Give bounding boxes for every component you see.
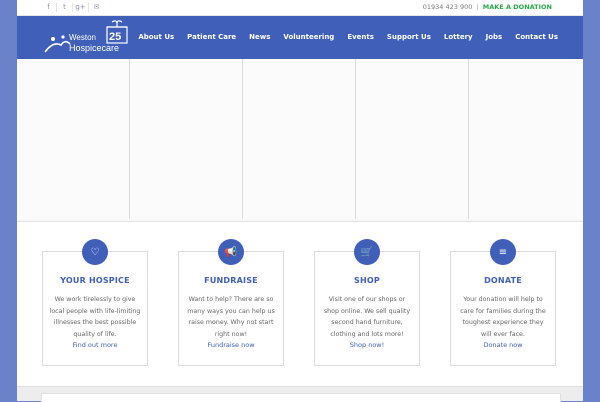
feature-title: DONATE <box>484 276 522 285</box>
nav-item-patient-care[interactable]: Patient Care <box>187 32 236 42</box>
feature-title: SHOP <box>354 276 380 285</box>
megaphone-icon: 📢 <box>218 239 244 265</box>
slider-pane[interactable] <box>243 59 356 219</box>
nav-item-contact-us[interactable]: Contact Us <box>515 32 558 42</box>
logo-badge: 25 <box>109 31 121 43</box>
nav-item-about-us[interactable]: About Us <box>138 32 174 42</box>
coins-icon: ≡ <box>490 239 516 265</box>
find-out-more-link[interactable]: Find out more <box>43 341 147 349</box>
feature-description: We work tirelessly to give local people … <box>49 296 141 338</box>
feature-description: Your donation will help to care for fami… <box>460 296 546 338</box>
feature-card-donate: ≡ DONATE Your donation will help to care… <box>450 239 556 366</box>
top-contact: 01934 423 900 | MAKE A DONATION <box>423 3 552 12</box>
slider-pane[interactable] <box>469 59 583 219</box>
site-header: 25 Weston Hospicecare About Us Patient C… <box>17 16 583 59</box>
feature-description: Want to help? There are so many ways you… <box>187 296 275 338</box>
feature-card-your-hospice: ♡ YOUR HOSPICE We work tirelessly to giv… <box>42 239 148 366</box>
slider-pane[interactable] <box>356 59 469 219</box>
google-plus-icon[interactable]: g+ <box>73 3 89 12</box>
feature-description: Visit one of our shops or shop online. W… <box>323 296 411 338</box>
nav-item-events[interactable]: Events <box>347 32 374 42</box>
feature-title: YOUR HOSPICE <box>60 276 130 285</box>
nav-item-news[interactable]: News <box>249 32 270 42</box>
facebook-icon[interactable]: f <box>41 3 57 12</box>
image-slider[interactable] <box>17 59 583 222</box>
nav-item-volunteering[interactable]: Volunteering <box>283 32 334 42</box>
make-donation-link[interactable]: MAKE A DONATION <box>483 3 552 11</box>
mail-icon[interactable]: ✉ <box>89 3 104 12</box>
cart-icon: 🛒 <box>354 239 380 265</box>
donate-now-link[interactable]: Donate now <box>451 341 555 349</box>
fundraise-now-link[interactable]: Fundraise now <box>179 341 283 349</box>
content-section-edge <box>17 386 583 402</box>
slider-pane[interactable] <box>130 59 243 219</box>
main-nav: About Us Patient Care News Volunteering … <box>125 32 558 42</box>
social-links: f t g+ ✉ <box>41 3 104 12</box>
nav-item-lottery[interactable]: Lottery <box>444 32 473 42</box>
nav-item-jobs[interactable]: Jobs <box>486 32 503 42</box>
twitter-icon[interactable]: t <box>57 3 73 12</box>
feature-boxes: ♡ YOUR HOSPICE We work tirelessly to giv… <box>17 222 583 386</box>
logo-text-line1: Weston <box>69 33 96 42</box>
shop-now-link[interactable]: Shop now! <box>315 341 419 349</box>
content-panel <box>41 393 561 402</box>
logo-text-line2: Hospicecare <box>69 43 119 53</box>
phone-number: 01934 423 900 <box>422 3 473 11</box>
separator: | <box>476 3 479 11</box>
heart-icon: ♡ <box>82 239 108 265</box>
feature-card-shop: 🛒 SHOP Visit one of our shops or shop on… <box>314 239 420 366</box>
page: f t g+ ✉ 01934 423 900 | MAKE A DONATION… <box>17 0 583 402</box>
top-bar: f t g+ ✉ 01934 423 900 | MAKE A DONATION <box>17 0 583 16</box>
feature-card-fundraise: 📢 FUNDRAISE Want to help? There are so m… <box>178 239 284 366</box>
nav-item-support-us[interactable]: Support Us <box>387 32 431 42</box>
feature-title: FUNDRAISE <box>204 276 258 285</box>
slider-pane[interactable] <box>17 59 130 219</box>
